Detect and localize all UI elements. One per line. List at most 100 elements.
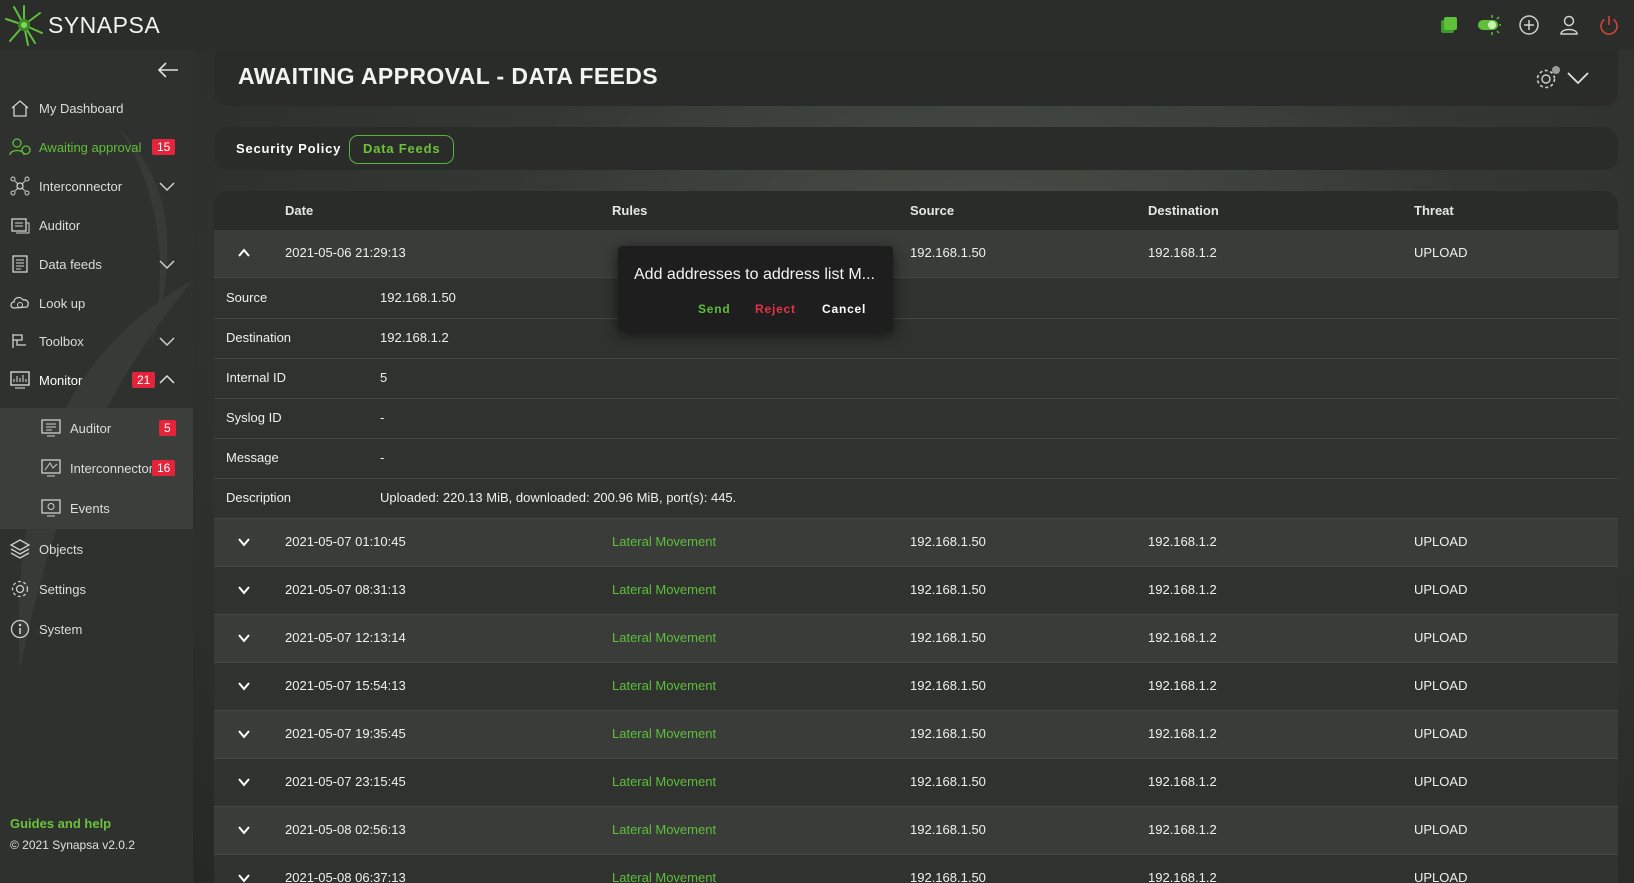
copyright-text: © 2021 Synapsa v2.0.2 bbox=[10, 838, 135, 852]
column-header-threat[interactable]: Threat bbox=[1414, 203, 1454, 218]
cell-rule[interactable]: Lateral Movement bbox=[612, 822, 716, 837]
notifications-icon[interactable] bbox=[1436, 12, 1462, 38]
collapse-sidebar-icon[interactable] bbox=[156, 60, 180, 80]
sidebar-subitem-auditor[interactable]: Auditor 5 bbox=[0, 410, 193, 446]
column-header-source[interactable]: Source bbox=[910, 203, 954, 218]
table-row[interactable]: 2021-05-07 08:31:13 Lateral Movement 192… bbox=[214, 567, 1618, 615]
approval-icon bbox=[9, 136, 31, 158]
sidebar-item-toolbox[interactable]: Toolbox bbox=[0, 323, 193, 359]
settings-gear-icon[interactable] bbox=[1534, 64, 1562, 92]
chevron-up-icon[interactable] bbox=[158, 371, 176, 389]
tab-security-policy[interactable]: Security Policy bbox=[236, 135, 341, 162]
tab-data-feeds[interactable]: Data Feeds bbox=[349, 135, 455, 164]
sidebar-item-awaiting-approval[interactable]: Awaiting approval 15 bbox=[0, 129, 193, 165]
cell-destination: 192.168.1.2 bbox=[1148, 534, 1217, 549]
reject-button[interactable]: Reject bbox=[755, 302, 796, 316]
chevron-down-icon[interactable] bbox=[236, 678, 252, 694]
monitor-events-icon bbox=[40, 497, 62, 519]
sidebar-subitem-interconnector[interactable]: Interconnector 16 bbox=[0, 450, 193, 486]
chevron-down-icon[interactable] bbox=[236, 582, 252, 598]
header-chevron-down-icon[interactable] bbox=[1566, 68, 1590, 88]
cell-source: 192.168.1.50 bbox=[910, 870, 986, 883]
detail-value: 192.168.1.50 bbox=[380, 290, 456, 305]
cell-date: 2021-05-07 19:35:45 bbox=[285, 726, 406, 741]
table-row[interactable]: 2021-05-07 12:13:14 Lateral Movement 192… bbox=[214, 615, 1618, 663]
cancel-button[interactable]: Cancel bbox=[822, 302, 866, 316]
theme-toggle-icon[interactable] bbox=[1476, 12, 1502, 38]
cell-source: 192.168.1.50 bbox=[910, 534, 986, 549]
chevron-down-icon[interactable] bbox=[236, 534, 252, 550]
sidebar-item-my-dashboard[interactable]: My Dashboard bbox=[0, 90, 193, 126]
user-icon[interactable] bbox=[1556, 12, 1582, 38]
column-header-destination[interactable]: Destination bbox=[1148, 203, 1219, 218]
cell-rule[interactable]: Lateral Movement bbox=[612, 534, 716, 549]
sidebar-item-interconnector[interactable]: Interconnector bbox=[0, 168, 193, 204]
detail-label: Syslog ID bbox=[226, 410, 282, 425]
detail-row-description: Description Uploaded: 220.13 MiB, downlo… bbox=[214, 478, 1618, 519]
cell-rule[interactable]: Lateral Movement bbox=[612, 726, 716, 741]
column-header-date[interactable]: Date bbox=[285, 203, 313, 218]
chevron-down-icon[interactable] bbox=[158, 177, 176, 195]
sidebar-item-settings[interactable]: Settings bbox=[0, 571, 193, 607]
cell-source: 192.168.1.50 bbox=[910, 774, 986, 789]
detail-value: 5 bbox=[380, 370, 388, 385]
cell-rule[interactable]: Lateral Movement bbox=[612, 774, 716, 789]
cell-source: 192.168.1.50 bbox=[910, 245, 986, 260]
chevron-down-icon[interactable] bbox=[236, 726, 252, 742]
sidebar-item-auditor[interactable]: Auditor bbox=[0, 207, 193, 243]
cloud-lookup-icon bbox=[9, 292, 31, 314]
cell-rule[interactable]: Lateral Movement bbox=[612, 678, 716, 693]
sidebar-item-data-feeds[interactable]: Data feeds bbox=[0, 246, 193, 282]
awaiting-approval-badge: 15 bbox=[152, 139, 176, 155]
monitor-auditor-icon bbox=[40, 417, 62, 439]
chevron-down-icon[interactable] bbox=[236, 822, 252, 838]
sidebar-item-label: Settings bbox=[39, 581, 86, 597]
cell-rule[interactable]: Lateral Movement bbox=[612, 630, 716, 645]
table-row[interactable]: 2021-05-07 01:10:45 Lateral Movement 192… bbox=[214, 519, 1618, 567]
column-header-rules[interactable]: Rules bbox=[612, 203, 647, 218]
tabs-bar: Security Policy Data Feeds bbox=[214, 127, 1618, 170]
chevron-down-icon[interactable] bbox=[236, 870, 252, 883]
data-feeds-icon bbox=[9, 253, 31, 275]
sidebar-subitem-events[interactable]: Events bbox=[0, 490, 193, 526]
add-icon[interactable] bbox=[1516, 12, 1542, 38]
power-icon[interactable] bbox=[1596, 12, 1622, 38]
chevron-down-icon[interactable] bbox=[158, 255, 176, 273]
page-header: AWAITING APPROVAL - DATA FEEDS bbox=[214, 50, 1618, 106]
sidebar-item-objects[interactable]: Objects bbox=[0, 531, 193, 567]
table-row[interactable]: 2021-05-08 02:56:13 Lateral Movement 192… bbox=[214, 807, 1618, 855]
cell-rule[interactable]: Lateral Movement bbox=[612, 582, 716, 597]
sidebar-item-label: Data feeds bbox=[39, 256, 102, 272]
synapsa-logo[interactable]: SYNAPSA bbox=[4, 2, 160, 48]
monitor-interconnector-icon bbox=[40, 457, 62, 479]
sidebar-item-system[interactable]: System bbox=[0, 611, 193, 647]
home-icon bbox=[9, 97, 31, 119]
chevron-down-icon[interactable] bbox=[236, 774, 252, 790]
sidebar-item-label: Auditor bbox=[70, 420, 112, 436]
guides-and-help-link[interactable]: Guides and help bbox=[10, 816, 111, 831]
auditor-icon bbox=[9, 214, 31, 236]
sidebar-item-label: Objects bbox=[39, 541, 84, 557]
monitor-interconnector-badge: 16 bbox=[152, 460, 176, 476]
approval-popup: Add addresses to address list M... Send … bbox=[618, 246, 893, 331]
cell-threat: UPLOAD bbox=[1414, 582, 1468, 597]
send-button[interactable]: Send bbox=[698, 302, 731, 316]
chevron-down-icon[interactable] bbox=[158, 332, 176, 350]
cell-destination: 192.168.1.2 bbox=[1148, 774, 1217, 789]
sidebar-item-label: Auditor bbox=[39, 217, 81, 233]
chevron-down-icon[interactable] bbox=[236, 630, 252, 646]
cell-source: 192.168.1.50 bbox=[910, 822, 986, 837]
detail-row-destination: Destination 192.168.1.2 bbox=[214, 318, 1618, 359]
sidebar-item-monitor[interactable]: Monitor 21 bbox=[0, 362, 193, 398]
table-row[interactable]: 2021-05-08 06:37:13 Lateral Movement 192… bbox=[214, 855, 1618, 883]
table-row-expanded[interactable]: 2021-05-06 21:29:13 192.168.1.50 192.168… bbox=[214, 230, 1618, 278]
chevron-up-icon[interactable] bbox=[236, 245, 252, 261]
table-row[interactable]: 2021-05-07 23:15:45 Lateral Movement 192… bbox=[214, 759, 1618, 807]
cell-destination: 192.168.1.2 bbox=[1148, 582, 1217, 597]
cell-threat: UPLOAD bbox=[1414, 822, 1468, 837]
table-row[interactable]: 2021-05-07 19:35:45 Lateral Movement 192… bbox=[214, 711, 1618, 759]
detail-row-message: Message - bbox=[214, 438, 1618, 479]
cell-rule[interactable]: Lateral Movement bbox=[612, 870, 716, 883]
sidebar-item-look-up[interactable]: Look up bbox=[0, 285, 193, 321]
table-row[interactable]: 2021-05-07 15:54:13 Lateral Movement 192… bbox=[214, 663, 1618, 711]
